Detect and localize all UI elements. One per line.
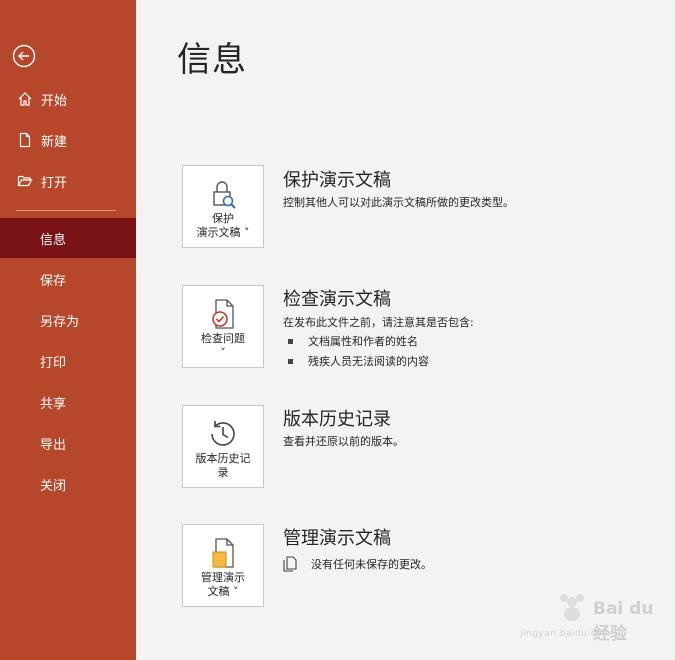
sidebar-item-home[interactable]: 开始 <box>0 79 136 119</box>
sidebar-item-open[interactable]: 打开 <box>0 161 136 201</box>
sidebar-item-label: 新建 <box>41 134 68 150</box>
list-item-text: 文档属性和作者的姓名 <box>308 335 418 348</box>
sidebar-item-share[interactable]: 共享 <box>0 382 136 422</box>
sidebar-item-label: 打开 <box>41 175 68 191</box>
bullet-icon <box>288 358 293 364</box>
folder-open-icon <box>16 172 34 190</box>
sidebar-item-info[interactable]: 信息 <box>0 218 136 258</box>
lock-search-icon <box>206 176 240 212</box>
page-title: 信息 <box>177 40 247 80</box>
sidebar-item-save[interactable]: 保存 <box>0 259 136 299</box>
sidebar-divider <box>16 210 116 211</box>
sidebar-item-close[interactable]: 关闭 <box>0 464 136 504</box>
button-label: 版本历史记 录 <box>195 452 251 479</box>
sidebar-item-save-as[interactable]: 另存为 <box>0 300 136 340</box>
sidebar-item-export[interactable]: 导出 <box>0 423 136 463</box>
section-title: 版本历史记录 <box>283 409 391 430</box>
watermark-subtext: jingyan.baidu.com <box>520 629 612 639</box>
section-description: 查看并还原以前的版本。 <box>283 435 404 448</box>
backstage-sidebar: 开始 新建 打开 信息 保存 另存为 打印 共享 导出 关闭 <box>0 0 136 660</box>
section-description: 在发布此文件之前，请注意其是否包含: <box>283 316 474 329</box>
sidebar-item-new[interactable]: 新建 <box>0 120 136 160</box>
sidebar-item-print[interactable]: 打印 <box>0 341 136 381</box>
bullet-icon <box>288 338 293 344</box>
unsaved-changes-note: 没有任何未保存的更改。 <box>283 556 432 572</box>
manage-presentation-button[interactable]: 管理演示 文稿 ˅ <box>182 524 264 607</box>
sidebar-item-label: 共享 <box>40 396 67 412</box>
home-icon <box>16 90 34 108</box>
button-label: 保护 演示文稿 ˅ <box>196 212 250 239</box>
sidebar-item-label: 导出 <box>40 437 67 453</box>
sidebar-item-label: 信息 <box>40 232 67 248</box>
sidebar-item-label: 保存 <box>40 273 67 289</box>
document-copy-icon <box>283 556 297 572</box>
sidebar-item-label: 打印 <box>40 355 67 371</box>
new-document-icon <box>16 131 34 149</box>
history-clock-icon <box>206 416 240 452</box>
section-title: 保护演示文稿 <box>283 170 391 191</box>
sidebar-item-label: 关闭 <box>40 478 67 494</box>
list-item: 文档属性和作者的姓名 <box>288 333 418 349</box>
section-title: 管理演示文稿 <box>283 528 391 549</box>
button-label: 管理演示 文稿 ˅ <box>201 571 245 598</box>
list-item-text: 残疾人员无法阅读的内容 <box>308 355 429 368</box>
sidebar-item-label: 开始 <box>41 93 68 109</box>
sidebar-item-label: 另存为 <box>40 314 80 330</box>
section-description: 控制其他人可以对此演示文稿所做的更改类型。 <box>283 196 514 209</box>
check-for-issues-button[interactable]: 检查问题 ˅ <box>182 285 264 368</box>
list-item: 残疾人员无法阅读的内容 <box>288 353 429 369</box>
version-history-button[interactable]: 版本历史记 录 <box>182 405 264 488</box>
protect-presentation-button[interactable]: 保护 演示文稿 ˅ <box>182 165 264 248</box>
section-title: 检查演示文稿 <box>283 289 391 310</box>
button-label: 检查问题 ˅ <box>201 332 245 359</box>
section-description: 没有任何未保存的更改。 <box>311 558 432 571</box>
manage-document-icon <box>206 535 240 571</box>
back-arrow-icon[interactable] <box>12 44 36 68</box>
inspect-document-icon <box>206 296 240 332</box>
